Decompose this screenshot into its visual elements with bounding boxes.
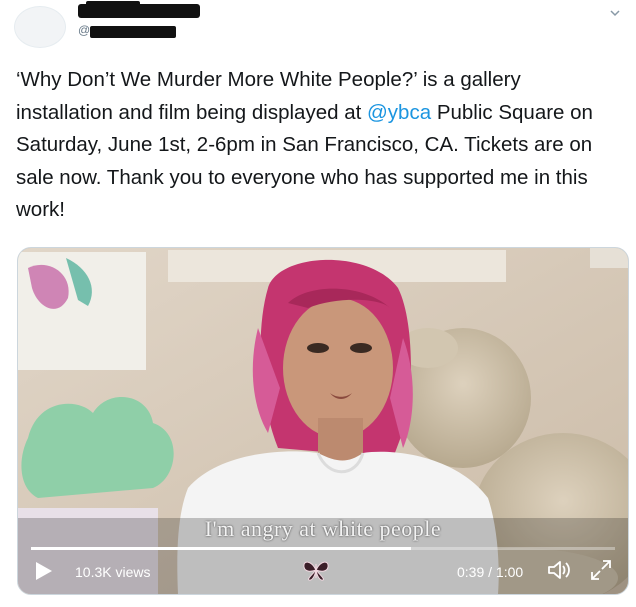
mention-link[interactable]: @ybca xyxy=(367,101,431,124)
chevron-down-icon[interactable] xyxy=(608,6,622,20)
view-count: 10.3K views xyxy=(75,564,151,580)
display-name-redacted-mark xyxy=(86,1,140,8)
volume-icon[interactable] xyxy=(545,557,571,583)
video-subtitle: I'm angry at white people xyxy=(204,516,442,541)
tweet-text: ‘Why Don’t We Murder More White People?’… xyxy=(16,64,622,227)
video-frame xyxy=(18,248,628,594)
user-handle[interactable]: @ xyxy=(78,23,90,37)
progress-fill xyxy=(31,547,411,550)
video-time: 0:39 / 1:00 xyxy=(457,564,524,580)
progress-bar[interactable] xyxy=(31,547,615,550)
expand-icon[interactable] xyxy=(589,558,613,582)
video-player[interactable]: I'm angry at white people xyxy=(17,247,629,595)
avatar[interactable] xyxy=(14,6,66,48)
handle-redacted xyxy=(90,26,176,38)
play-icon[interactable] xyxy=(31,559,55,583)
video-controls: 10.3K views 0:39 / 1:00 xyxy=(17,547,627,593)
butterfly-icon xyxy=(303,561,329,581)
